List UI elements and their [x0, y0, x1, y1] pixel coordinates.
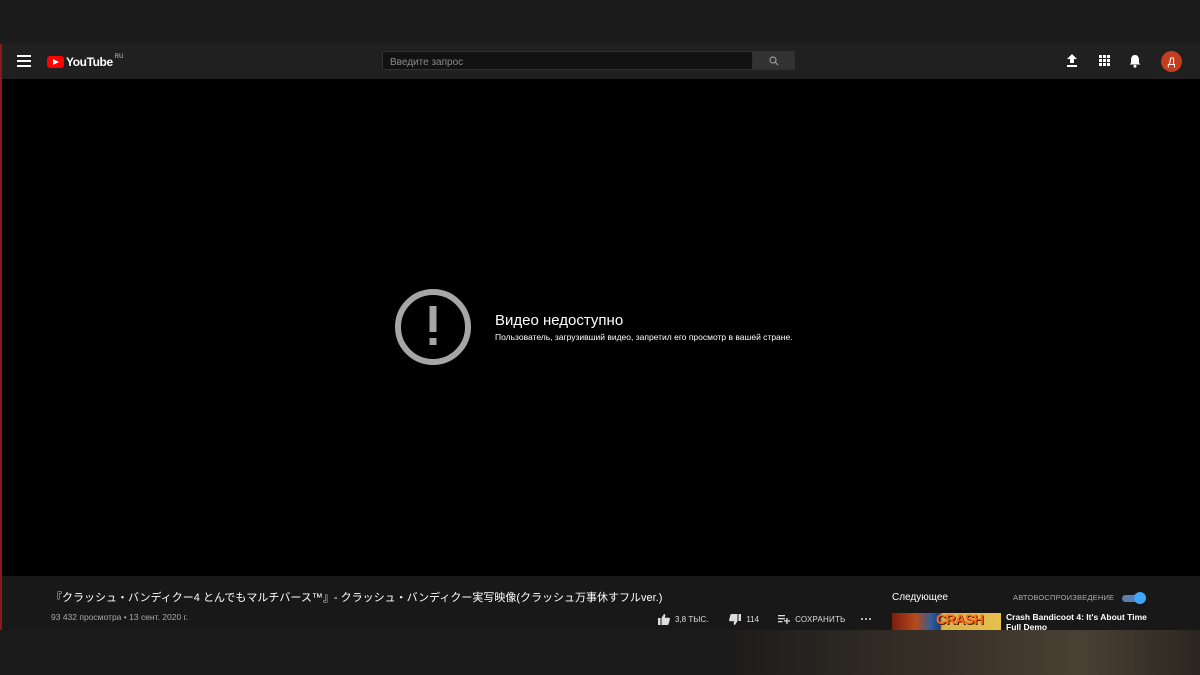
autoplay-label: АВТОВОСПРОИЗВЕДЕНИЕ	[1013, 593, 1115, 602]
apps-grid-icon[interactable]	[1099, 55, 1110, 66]
more-actions-icon[interactable]	[861, 618, 872, 620]
menu-icon[interactable]	[17, 55, 31, 67]
video-info: 『クラッシュ・バンディクー4 とんでもマルチバース™』- クラッシュ・バンディク…	[0, 576, 1200, 630]
logo-region: RU	[114, 54, 124, 60]
thumbs-up-icon	[658, 613, 670, 625]
thumbnail-logo-text: CRASH	[936, 613, 984, 627]
masthead: YouTube RU Д	[0, 44, 1200, 79]
video-player[interactable]: Видео недоступно Пользователь, загрузивш…	[0, 79, 1200, 576]
video-meta: 93 432 просмотра • 13 сент. 2020 г.	[51, 612, 188, 622]
upload-icon[interactable]	[1066, 54, 1078, 67]
recommendation-title[interactable]: Crash Bandicoot 4: It's About Time Full …	[1006, 612, 1156, 630]
search-button[interactable]	[753, 51, 795, 70]
logo-text: YouTube	[66, 55, 113, 69]
search-box	[382, 51, 753, 71]
playlist-add-icon	[778, 615, 791, 624]
like-count: 3,8 ТЫС.	[675, 614, 709, 624]
thumbs-down-icon	[729, 613, 742, 625]
save-button[interactable]: СОХРАНИТЬ	[778, 614, 845, 624]
dislike-button[interactable]: 114	[729, 613, 760, 625]
video-actions: 3,8 ТЫС. 114 СОХРАНИТЬ	[658, 612, 872, 626]
search-input[interactable]	[383, 54, 752, 71]
autoplay-toggle-knob	[1134, 592, 1146, 604]
recommendation-thumbnail[interactable]: CRASH	[892, 613, 1001, 630]
error-title: Видео недоступно	[495, 312, 624, 329]
bell-icon[interactable]	[1129, 54, 1141, 68]
meta-separator: •	[123, 612, 127, 622]
screen-bottom-band	[0, 630, 1200, 675]
upload-date: 13 сент. 2020 г.	[129, 612, 188, 622]
youtube-play-icon	[47, 56, 64, 68]
dislike-count: 114	[746, 614, 760, 624]
browser-window: YouTube RU Д	[0, 44, 1200, 630]
like-button[interactable]: 3,8 ТЫС.	[658, 613, 709, 625]
alert-icon	[395, 289, 471, 365]
youtube-logo[interactable]: YouTube RU	[47, 53, 123, 71]
search-icon	[769, 56, 779, 66]
error-message: Пользователь, загрузивший видео, запрети…	[495, 332, 793, 342]
video-title: 『クラッシュ・バンディクー4 とんでもマルチバース™』- クラッシュ・バンディク…	[51, 592, 663, 604]
autoplay-toggle[interactable]	[1122, 592, 1146, 604]
save-label: СОХРАНИТЬ	[795, 614, 846, 624]
screen-top-band	[0, 0, 1200, 44]
avatar[interactable]: Д	[1161, 51, 1182, 72]
up-next-label: Следующее	[892, 592, 948, 603]
view-count: 93 432 просмотра	[51, 612, 122, 622]
